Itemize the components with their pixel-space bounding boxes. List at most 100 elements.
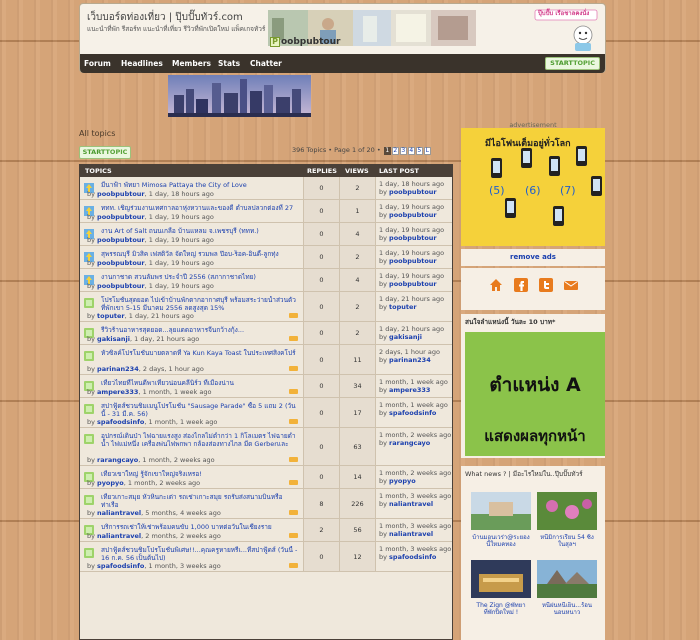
news-thumbnail <box>537 560 597 598</box>
topic-author-link[interactable]: poobpubtour <box>97 213 145 221</box>
advertisement-banner[interactable]: มีไอโฟนเต็มอยู่ทั่วโลก (5) (6) (7) <box>461 128 605 246</box>
home-icon[interactable] <box>489 278 503 292</box>
table-row[interactable]: งาน Art of Salt ถนนเกลือ บ้านแหลม จ.เพชร… <box>80 223 452 246</box>
topic-author-link[interactable]: poobpubtour <box>97 236 145 244</box>
table-row[interactable]: มีนาฟ้า พัทยา Mimosa Pattaya the City of… <box>80 177 452 200</box>
nav-chatter[interactable]: Chatter <box>250 59 282 68</box>
last-post-time: 1 month, 3 weeks ago <box>379 522 452 530</box>
topic-title-link[interactable]: เที่ยวเขาใหญ่ รู้จักเขาใหญ่จริงเหรอ! <box>101 470 299 478</box>
topic-author-link[interactable]: rarangcayo <box>97 456 138 464</box>
page-link-1[interactable]: 1 <box>383 147 391 155</box>
start-topic-button[interactable]: STARTTOPIC <box>79 146 131 159</box>
topic-title-link[interactable]: หัวซิลค์โปรโมชันบายตลาดที่ Ya Kun Kaya T… <box>101 349 299 357</box>
last-post-author-link[interactable]: rarangcayo <box>389 439 430 447</box>
topic-author-link[interactable]: poobpubtour <box>97 282 145 290</box>
topic-author-link[interactable]: spafoodsinfo <box>97 562 144 570</box>
topic-views: 2 <box>339 246 375 268</box>
table-row[interactable]: สปาฟู้ดส์ชวนชิมโปรโมชั่นพิเศษ!!...คุณครู… <box>80 542 452 572</box>
topic-title-link[interactable]: อุปกรณ์เดินป่า ไฟฉายแรงสูง ส่องไกลไม่ต่ำ… <box>101 432 299 448</box>
phone-graphic <box>549 156 560 176</box>
last-post-author-link[interactable]: pyopyo <box>389 477 416 485</box>
table-row[interactable]: รีวิวร้านอาหารสุดยอด...ลุยแดดอาหารจีนกว้… <box>80 322 452 345</box>
table-row[interactable]: บริการรถเช่าให้เช่าพร้อมคนขับ 1,000 บาทต… <box>80 519 452 542</box>
topic-author-link[interactable]: naliantravel <box>97 532 141 540</box>
last-post-author-link[interactable]: gakisanji <box>389 333 422 341</box>
topic-title-link[interactable]: รีวิวร้านอาหารสุดยอด...ลุยแดดอาหารจีนกว้… <box>101 326 299 334</box>
topic-replies: 8 <box>303 489 339 518</box>
site-logo[interactable]: Poobpubtour <box>270 37 340 47</box>
topic-author-link[interactable]: toputer <box>97 312 125 320</box>
last-post-author-link[interactable]: poobpubtour <box>389 234 437 242</box>
topic-author-link[interactable]: naliantravel <box>97 509 141 517</box>
topic-title-link[interactable]: งานกาชาด สวนลัมพร ประจำปี 2556 (สภากาชาด… <box>101 273 299 281</box>
table-row[interactable]: เที่ยวไทยที่ไหนดีพาเที่ยวน่อนคลีนิร์ว ที… <box>80 375 452 398</box>
last-post-author-link[interactable]: toputer <box>389 303 417 311</box>
nav-headlines[interactable]: Headlines <box>121 59 163 68</box>
last-post-author-link[interactable]: spafoodsinfo <box>389 553 436 561</box>
topic-age: 2 months, 2 weeks ago <box>145 532 221 540</box>
topic-title-link[interactable]: งาน Art of Salt ถนนเกลือ บ้านแหลม จ.เพชร… <box>101 227 299 235</box>
table-row[interactable]: โปรโมชั่นสุดยอด ไปเข้าบ้านพักตากอากาศบุร… <box>80 292 452 322</box>
last-post-author-link[interactable]: naliantravel <box>389 530 433 538</box>
table-row[interactable]: หัวซิลค์โปรโมชันบายตลาดที่ Ya Kun Kaya T… <box>80 345 452 375</box>
table-row[interactable]: เที่ยวเกาะสมุย หัวหินกะเต่า รถเช่าเกาะสม… <box>80 489 452 519</box>
last-post-time: 1 day, 19 hours ago <box>379 203 445 211</box>
topic-age: 2 days, 1 hour ago <box>142 365 204 373</box>
topic-author-link[interactable]: poobpubtour <box>97 259 145 267</box>
remove-ads-link[interactable]: remove ads <box>461 249 605 266</box>
news-item[interactable]: หนีมิการเรียน 54 ซิ่งในสุลฯ <box>537 492 597 548</box>
topic-author-link[interactable]: ampere333 <box>97 388 138 396</box>
sponsor-ad-slot[interactable]: ตำแหน่ง A แสดงผลทุกหน้า <box>465 332 605 456</box>
site-title[interactable]: เว็บบอร์ดท่องเที่ยว | ปุ๊บปั๊บทัวร์.com <box>87 10 243 25</box>
twitter-icon[interactable] <box>539 278 553 292</box>
last-post-author-link[interactable]: ampere333 <box>389 386 430 394</box>
topic-title-link[interactable]: สปาฟู้ดส์ชวนชิมโปรโมชั่นพิเศษ!!...คุณครู… <box>101 546 299 562</box>
facebook-icon[interactable] <box>514 278 528 292</box>
topic-author-link[interactable]: gakisanji <box>97 335 130 343</box>
page-link-3[interactable]: 3 <box>399 147 407 155</box>
topic-author-link[interactable]: spafoodsinfo <box>97 418 144 426</box>
page-link-5[interactable]: 5 <box>415 147 423 155</box>
table-row[interactable]: สุพรรณบุรี มิวสิค เฟสติวัล จัดใหญ่ รวมพล… <box>80 246 452 269</box>
table-row[interactable]: ททท. เชิญร่วมงานเทศกาลอาหุ่งหวานและของดี… <box>80 200 452 223</box>
news-item[interactable]: The Zign @พัทยาที่พักปิดใหม่ ! <box>471 560 531 616</box>
topic-title-link[interactable]: มีนาฟ้า พัทยา Mimosa Pattaya the City of… <box>101 181 299 189</box>
topic-title-link[interactable]: ททท. เชิญร่วมงานเทศกาลอาหุ่งหวานและของดี… <box>101 204 299 212</box>
last-post-author-link[interactable]: parinan234 <box>389 356 431 364</box>
nav-start-topic-button[interactable]: STARTTOPIC <box>545 57 600 70</box>
last-post-time: 1 day, 18 hours ago <box>379 180 445 188</box>
table-row[interactable]: งานกาชาด สวนลัมพร ประจำปี 2556 (สภากาชาด… <box>80 269 452 292</box>
nav-stats[interactable]: Stats <box>218 59 240 68</box>
topic-age: 1 day, 19 hours ago <box>148 259 214 267</box>
topic-author-link[interactable]: pyopyo <box>97 479 124 487</box>
table-row[interactable]: เที่ยวเขาใหญ่ รู้จักเขาใหญ่จริงเหรอ! by p… <box>80 466 452 489</box>
last-post-author-link[interactable]: poobpubtour <box>389 211 437 219</box>
last-post-author-link[interactable]: poobpubtour <box>389 188 437 196</box>
topic-replies: 0 <box>303 177 339 199</box>
table-row[interactable]: สปาฟู้ดส์ชวนชิมเมนูโปรโมชั่น "Sausage Pa… <box>80 398 452 428</box>
topic-author-link[interactable]: parinan234 <box>97 365 139 373</box>
topic-title-link[interactable]: สุพรรณบุรี มิวสิค เฟสติวัล จัดใหญ่ รวมพล… <box>101 250 299 258</box>
last-post-time: 1 month, 3 weeks ago <box>379 492 452 500</box>
mail-icon[interactable] <box>564 278 578 292</box>
last-post-author-link[interactable]: poobpubtour <box>389 280 437 288</box>
topic-views: 56 <box>339 519 375 541</box>
topic-title-link[interactable]: เที่ยวเกาะสมุย หัวหินกะเต่า รถเช่าเกาะสม… <box>101 493 299 509</box>
topic-title-link[interactable]: สปาฟู้ดส์ชวนชิมเมนูโปรโมชั่น "Sausage Pa… <box>101 402 299 418</box>
page-link-2[interactable]: 2 <box>391 147 399 155</box>
page-link-6[interactable]: L <box>423 147 431 155</box>
topic-views: 34 <box>339 375 375 397</box>
last-post-author-link[interactable]: spafoodsinfo <box>389 409 436 417</box>
topic-author-link[interactable]: poobpubtour <box>97 190 145 198</box>
last-post-author-link[interactable]: naliantravel <box>389 500 433 508</box>
table-row[interactable]: อุปกรณ์เดินป่า ไฟฉายแรงสูง ส่องไกลไม่ต่ำ… <box>80 428 452 466</box>
nav-forum[interactable]: Forum <box>84 59 111 68</box>
nav-members[interactable]: Members <box>172 59 211 68</box>
topic-title-link[interactable]: เที่ยวไทยที่ไหนดีพาเที่ยวน่อนคลีนิร์ว ที… <box>101 379 299 387</box>
topic-title-link[interactable]: โปรโมชั่นสุดยอด ไปเข้าบ้านพักตากอากาศบุร… <box>101 296 299 312</box>
last-post-author-link[interactable]: poobpubtour <box>389 257 437 265</box>
topic-title-link[interactable]: บริการรถเช่าให้เช่าพร้อมคนขับ 1,000 บาทต… <box>101 523 299 531</box>
page-link-4[interactable]: 4 <box>407 147 415 155</box>
news-item[interactable]: หนีฝนหนีเย็น...ร้อนนอนหนาว <box>537 560 597 616</box>
news-item[interactable]: บ้านมอนเวร่า@ระยองนี้ใหมคทอง <box>471 492 531 548</box>
